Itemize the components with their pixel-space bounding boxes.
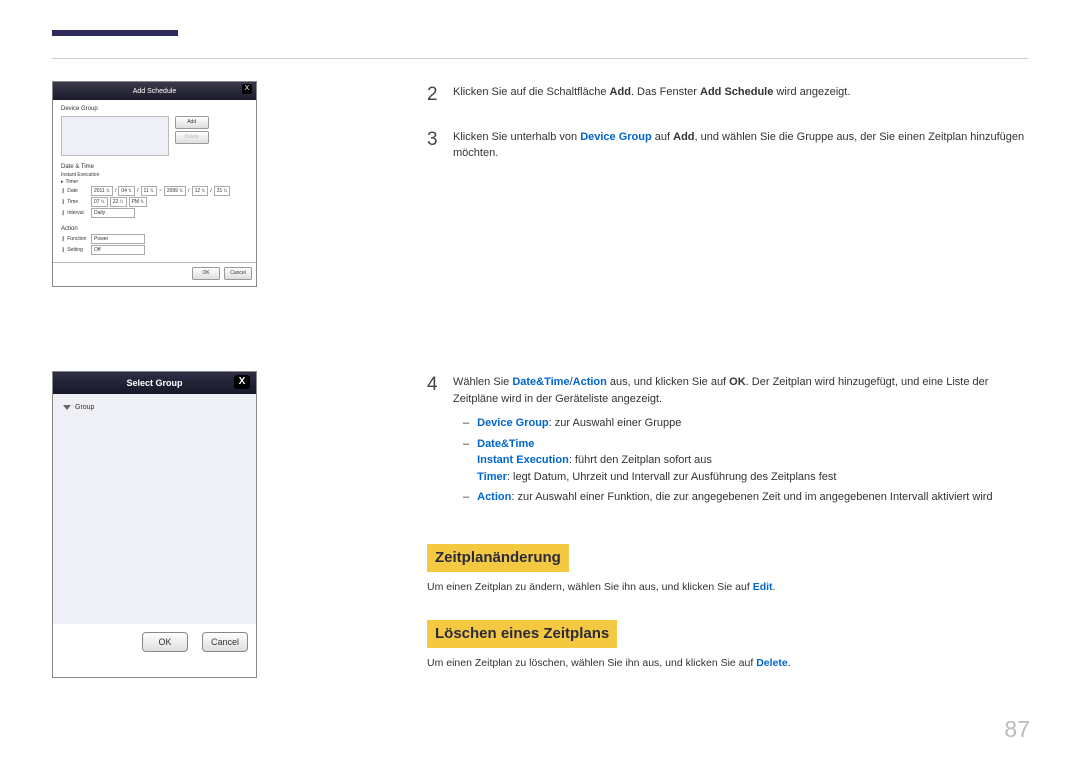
date-d1: 11 (141, 186, 157, 196)
text: . (788, 657, 791, 669)
add-button: Add (175, 116, 209, 129)
step-text: Klicken Sie unterhalb von Device Group a… (453, 126, 1028, 162)
time-m: 22 (110, 197, 127, 207)
colored-text: Timer (477, 471, 507, 483)
sublist-item: ‒Device Group: zur Auswahl einer Gruppe (463, 415, 1028, 432)
colored-text: Action (573, 376, 607, 388)
datetime-label: Date & Time (61, 164, 248, 170)
dialog-title: Add Schedule (133, 88, 177, 95)
step-3: 3 Klicken Sie unterhalb von Device Group… (427, 126, 1028, 162)
close-icon: X (242, 84, 252, 94)
dialog-titlebar: Select Group X (53, 372, 256, 394)
text: Um einen Zeitplan zu löschen, wählen Sie… (427, 657, 756, 669)
step-number: 2 (427, 81, 439, 110)
date-m2: 12 (192, 186, 209, 196)
date-label: Date (61, 188, 89, 194)
close-icon: X (234, 375, 250, 389)
section-heading: Zeitplanänderung (427, 544, 569, 573)
select-group-screenshot: Select Group X Group OK Cancel (52, 371, 257, 678)
function-select: Power (91, 234, 145, 244)
dialog-title: Select Group (126, 378, 182, 388)
date-y2: 2099 (164, 186, 186, 196)
time-h: 07 (91, 197, 108, 207)
device-group-list (61, 116, 169, 156)
time-label: Time (61, 199, 89, 205)
setting-label: Setting (61, 247, 89, 253)
text: : führt den Zeitplan sofort aus (569, 454, 712, 466)
step-2: 2 Klicken Sie auf die Schaltfläche Add. … (427, 81, 1028, 110)
cancel-button: Cancel (224, 267, 252, 280)
device-group-label: Device Group (61, 106, 248, 112)
text: Klicken Sie auf die Schaltfläche (453, 86, 610, 98)
interval-select: Daily (91, 208, 135, 218)
ok-button: OK (192, 267, 220, 280)
function-label: Function (61, 236, 89, 242)
text: aus, und klicken Sie auf (607, 376, 729, 388)
text: . (773, 581, 776, 593)
delete-button: Delete (175, 131, 209, 144)
date-m1: 04 (118, 186, 135, 196)
paragraph: Um einen Zeitplan zu ändern, wählen Sie … (427, 580, 1028, 596)
colored-text: Action (477, 491, 511, 503)
text: Klicken Sie unterhalb von (453, 131, 580, 143)
text: . Das Fenster (631, 86, 700, 98)
timer-label: Timer (61, 179, 89, 185)
header-accent (52, 30, 178, 36)
dialog-titlebar: Add Schedule X (53, 82, 256, 100)
colored-text: Date&Time (477, 438, 534, 450)
text: auf (652, 131, 673, 143)
action-label: Action (61, 226, 248, 232)
sublist-item: ‒ Date&Time Instant Execution: führt den… (463, 436, 1028, 486)
date-d2: 31 (214, 186, 231, 196)
colored-text: Device Group (580, 131, 652, 143)
step-text: Wählen Sie Date&Time/Action aus, und kli… (453, 371, 1028, 510)
interval-label: Interval (61, 210, 89, 216)
date-y1: 2011 (91, 186, 113, 196)
colored-text: Instant Execution (477, 454, 569, 466)
add-schedule-screenshot: Add Schedule X Device Group Add Delete D… (52, 81, 257, 287)
time-am: PM (129, 197, 148, 207)
step-number: 3 (427, 126, 439, 162)
group-label: Group (75, 404, 94, 411)
colored-text: Device Group (477, 417, 549, 429)
colored-text: Delete (756, 657, 788, 669)
paragraph: Um einen Zeitplan zu löschen, wählen Sie… (427, 656, 1028, 672)
group-tree-item: Group (63, 404, 246, 411)
header-divider (52, 58, 1028, 59)
text: Wählen Sie (453, 376, 512, 388)
tree-expand-icon (63, 405, 71, 410)
text: Um einen Zeitplan zu ändern, wählen Sie … (427, 581, 753, 593)
bold-text: OK (729, 376, 746, 388)
text: : zur Auswahl einer Gruppe (549, 417, 682, 429)
text: : zur Auswahl einer Funktion, die zur an… (511, 491, 992, 503)
section-heading: Löschen eines Zeitplans (427, 620, 617, 649)
step-number: 4 (427, 371, 439, 510)
sublist-item: ‒Action: zur Auswahl einer Funktion, die… (463, 489, 1028, 506)
text: : legt Datum, Uhrzeit und Intervall zur … (507, 471, 837, 483)
page-number: 87 (1004, 716, 1030, 743)
bold-text: Add Schedule (700, 86, 773, 98)
step-text: Klicken Sie auf die Schaltfläche Add. Da… (453, 81, 1028, 110)
text: wird angezeigt. (773, 86, 850, 98)
setting-select: Off (91, 245, 145, 255)
colored-text: Date&Time (512, 376, 569, 388)
cancel-button: Cancel (202, 632, 248, 652)
step-4: 4 Wählen Sie Date&Time/Action aus, und k… (427, 371, 1028, 510)
instant-exec-label: Instant Execution (61, 172, 99, 178)
colored-text: Edit (753, 581, 773, 593)
bold-text: Add (673, 131, 694, 143)
ok-button: OK (142, 632, 188, 652)
bold-text: Add (610, 86, 631, 98)
